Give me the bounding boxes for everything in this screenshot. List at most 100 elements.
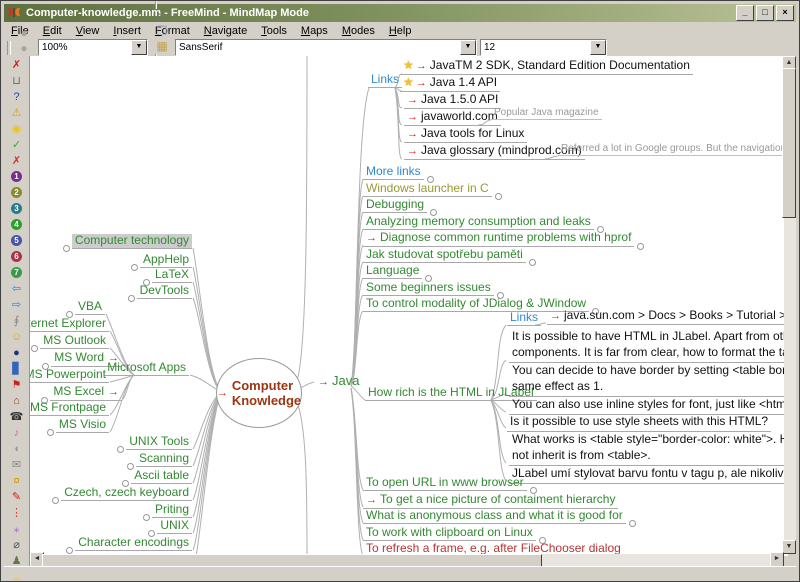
copy-icon[interactable]: ❐ (153, 24, 171, 39)
back-icon[interactable]: ⇦ (7, 281, 27, 296)
map-node[interactable]: More links (363, 165, 424, 180)
map-node[interactable]: Links (507, 311, 541, 326)
wand-icon[interactable]: ⁎ (7, 521, 27, 536)
nav-next-icon[interactable]: ● (15, 40, 33, 55)
map-node[interactable]: Ascii table (131, 469, 192, 484)
priority-5-icon[interactable]: 5 (7, 233, 27, 248)
map-node[interactable]: →javaworld.com (404, 110, 501, 126)
help-icon[interactable]: ? (7, 89, 27, 104)
menu-item-maps[interactable]: Maps (294, 23, 335, 39)
map-node[interactable]: Jak studovat spotřebu paměti (363, 248, 526, 263)
map-node[interactable]: VBA (75, 300, 105, 315)
map-node[interactable]: Character encodings (75, 536, 192, 551)
chevron-down-icon[interactable]: ▼ (590, 40, 606, 55)
trash-icon[interactable]: ⊔ (7, 73, 27, 88)
menu-item-insert[interactable]: Insert (106, 23, 148, 39)
bomb-icon[interactable]: ● (7, 345, 27, 360)
phone-icon[interactable]: ☎ (7, 409, 27, 424)
map-node[interactable]: Scanning (136, 452, 192, 467)
key-icon[interactable]: ¤ (7, 473, 27, 488)
map-node[interactable]: →Diagnose common runtime problems with h… (363, 231, 634, 247)
close-button[interactable]: × (776, 5, 794, 21)
remove-icon[interactable]: ✗ (7, 57, 27, 72)
priority-4-icon[interactable]: 4 (7, 217, 27, 232)
forward-icon[interactable]: ⇨ (7, 297, 27, 312)
cut-icon[interactable]: ✂ (153, 9, 171, 24)
map-node[interactable]: Windows launcher in C (363, 182, 492, 197)
priority-6-icon[interactable]: 6 (7, 249, 27, 264)
menu-item-help[interactable]: Help (382, 23, 419, 39)
map-node[interactable]: LaTeX (152, 268, 192, 283)
scroll-down-icon[interactable]: ▼ (782, 540, 796, 554)
map-node[interactable]: JLabel umí stylovat barvu fontu v tagu p… (509, 465, 788, 484)
map-node[interactable]: To work with clipboard on Linux (363, 526, 536, 541)
attach-icon[interactable]: ∮ (7, 313, 27, 328)
root-node[interactable]: → Computer Knowledge (216, 358, 302, 428)
ok-icon[interactable]: ✓ (7, 137, 27, 152)
map-node[interactable]: Priting (152, 503, 192, 518)
menu-item-tools[interactable]: Tools (254, 23, 294, 39)
map-node[interactable]: MS Internet Explorer (30, 317, 109, 332)
map-node[interactable]: MS Outlook (40, 334, 109, 349)
map-node[interactable]: ★→JavaTM 2 SDK, Standard Edition Documen… (400, 59, 693, 75)
map-node[interactable]: →To get a nice picture of contaiment hie… (363, 493, 618, 509)
idea-icon[interactable]: ◉ (7, 121, 27, 136)
map-node[interactable]: Language (363, 264, 422, 279)
map-node[interactable]: Popular Java magazine (491, 107, 602, 120)
priority-1-icon[interactable]: 1 (7, 169, 27, 184)
map-node[interactable]: →Java tools for Linux (404, 127, 527, 143)
map-node[interactable]: →Java 1.5.0 API (404, 93, 501, 109)
title-bar[interactable]: Computer-knowledge.mm - FreeMind - MindM… (4, 4, 796, 22)
priority-7-icon[interactable]: 7 (7, 265, 27, 280)
map-node[interactable]: What works is <table style="border-color… (509, 431, 788, 466)
map-node[interactable]: →Java (315, 374, 362, 390)
priority-2-icon[interactable]: 2 (7, 185, 27, 200)
bookmark-icon[interactable]: ▊ (7, 361, 27, 376)
scroll-right-icon[interactable]: ► (770, 552, 784, 567)
map-node[interactable]: UNIX (157, 519, 192, 534)
map-node[interactable]: You can decide to have border by setting… (509, 362, 788, 397)
map-node[interactable]: DevTools (137, 284, 192, 299)
map-node[interactable]: Analyzing memory consumption and leaks (363, 215, 594, 230)
map-node[interactable]: Some beginners issues (363, 281, 494, 296)
smiley-icon[interactable]: ☺ (7, 329, 27, 344)
map-node[interactable]: Microsoft Apps (104, 361, 189, 376)
map-node[interactable]: MS Powerpoint (30, 368, 109, 383)
map-node[interactable]: Links (368, 73, 402, 88)
map-node[interactable]: What is anonymous class and what it is g… (363, 509, 626, 524)
menu-item-navigate[interactable]: Navigate (197, 23, 254, 39)
mindmap-canvas[interactable]: → Computer Knowledge →JavaLinks★→JavaTM … (30, 56, 788, 556)
chevron-down-icon[interactable]: ▼ (460, 40, 476, 55)
font-family-combo[interactable]: SansSerif ▼ (175, 39, 477, 56)
cancel-icon[interactable]: ✗ (7, 153, 27, 168)
map-node[interactable]: Czech, czech keyboard (61, 486, 192, 501)
font-size-combo[interactable]: 12 ▼ (480, 39, 607, 56)
warning-icon[interactable]: ⚠ (7, 105, 27, 120)
paste-icon[interactable]: ▦ (153, 39, 171, 54)
mail-icon[interactable]: ✉ (7, 457, 27, 472)
flag-icon[interactable]: ⚑ (7, 377, 27, 392)
pencil-icon[interactable]: ✎ (7, 489, 27, 504)
menu-item-modes[interactable]: Modes (335, 23, 382, 39)
map-node[interactable]: MS Excel→ (50, 385, 122, 401)
map-node[interactable]: Debugging (363, 198, 427, 213)
zoom-combo[interactable]: 100% ▼ (38, 39, 148, 56)
nav-previous-icon[interactable]: ● (15, 25, 33, 40)
home-icon[interactable]: ⌂ (7, 393, 27, 408)
stoplight-icon[interactable]: ⋮ (7, 505, 27, 520)
maximize-button[interactable]: □ (756, 5, 774, 21)
menu-item-view[interactable]: View (69, 23, 107, 39)
map-node[interactable]: To open URL in www browser (363, 476, 527, 491)
map-node[interactable]: ★→Java 1.4 API (400, 76, 500, 92)
vertical-scroll-thumb[interactable] (782, 68, 796, 218)
music-icon[interactable]: ♪ (7, 425, 27, 440)
magnifier-icon[interactable]: ⌀ (7, 537, 27, 552)
map-node[interactable]: It is possible to have HTML in JLabel. A… (509, 328, 788, 363)
map-node[interactable]: MS Frontpage (30, 401, 109, 416)
mouse-icon[interactable]: ◖ (7, 441, 27, 456)
chevron-down-icon[interactable]: ▼ (131, 40, 147, 55)
minimize-button[interactable]: _ (736, 5, 754, 21)
map-node[interactable]: →java.sun.com > Docs > Books > Tutorial … (547, 309, 788, 325)
map-node[interactable]: AppHelp (140, 253, 192, 268)
map-node[interactable]: Is it possible to use style sheets with … (507, 413, 771, 432)
